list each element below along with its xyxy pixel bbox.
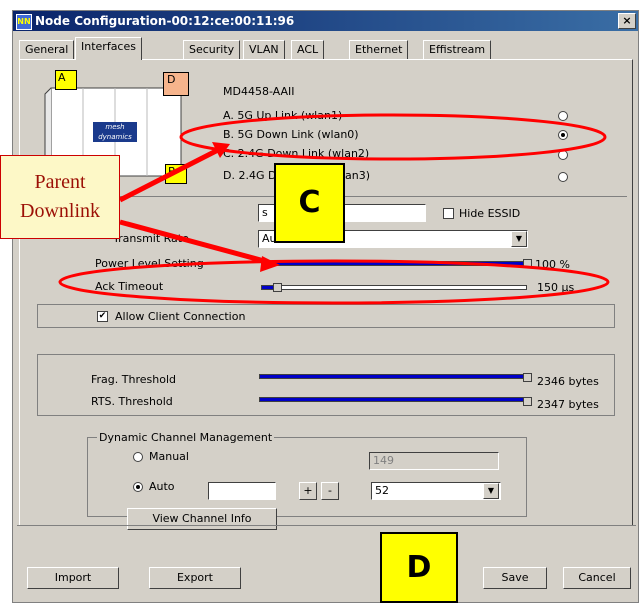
rts-threshold-track[interactable] [259, 397, 529, 402]
plus-button[interactable]: + [299, 482, 317, 500]
allow-client-label: Allow Client Connection [115, 310, 246, 323]
tab-security[interactable]: Security [183, 40, 241, 59]
window-title: Node Configuration-00:12:ce:00:11:96 [35, 14, 295, 28]
title-bar: NN Node Configuration-00:12:ce:00:11:96 … [13, 11, 638, 31]
auto-channel-input[interactable] [208, 482, 276, 500]
close-button[interactable]: × [618, 13, 636, 29]
port-d: D [163, 72, 189, 96]
port-a: A [55, 70, 77, 90]
view-channel-info-button[interactable]: View Channel Info [127, 508, 277, 530]
port-b: B [165, 164, 187, 184]
tab-general[interactable]: General [19, 40, 75, 59]
frag-threshold-label: Frag. Threshold [91, 373, 176, 386]
dcm-group-label: Dynamic Channel Management [97, 431, 275, 444]
tab-vlan[interactable]: VLAN [243, 40, 285, 59]
box-c-label: C [274, 163, 345, 243]
interface-c-radio[interactable] [558, 150, 568, 160]
tab-acl[interactable]: ACL [291, 40, 325, 59]
interface-b-label: B. 5G Down Link (wlan0) [223, 128, 359, 141]
save-button[interactable]: Save [483, 567, 547, 589]
tab-effistream[interactable]: Effistream [423, 40, 492, 59]
ack-timeout-track[interactable] [261, 285, 527, 290]
hide-essid-checkbox[interactable] [443, 208, 454, 219]
power-level-track[interactable] [261, 261, 527, 266]
auto-channel-select[interactable]: 52 [371, 482, 501, 500]
dcm-group [87, 437, 527, 517]
interface-c-label: C. 2.4G Down Link (wlan2) [223, 147, 370, 160]
import-button[interactable]: Import [27, 567, 119, 589]
auto-label: Auto [149, 480, 175, 493]
transmit-rate-dropdown-icon[interactable]: ▼ [511, 231, 527, 247]
ack-timeout-value: 150 µs [537, 281, 575, 294]
ack-timeout-thumb[interactable] [273, 283, 282, 292]
node-configuration-window: NN Node Configuration-00:12:ce:00:11:96 … [12, 10, 639, 603]
allow-client-checkbox[interactable]: ✔ [97, 311, 108, 322]
parent-downlink-callout: Parent Downlink [0, 155, 120, 239]
power-level-thumb[interactable] [523, 259, 532, 268]
frag-threshold-thumb[interactable] [523, 373, 532, 382]
cancel-button[interactable]: Cancel [563, 567, 631, 589]
ack-timeout-label: Ack Timeout [95, 280, 164, 293]
footer-separator [17, 525, 636, 526]
power-level-label: Power Level Setting [95, 257, 204, 270]
interface-b-radio[interactable] [558, 130, 568, 140]
rts-threshold-label: RTS. Threshold [91, 395, 173, 408]
tab-ethernet[interactable]: Ethernet [349, 40, 409, 59]
hide-essid-label: Hide ESSID [459, 207, 521, 220]
manual-channel-field[interactable]: 149 [369, 452, 499, 470]
minus-button[interactable]: - [321, 482, 339, 500]
app-icon: NN [16, 14, 32, 30]
mesh-dynamics-logo: mesh dynamics [93, 122, 137, 142]
manual-label: Manual [149, 450, 189, 463]
rts-threshold-value: 2347 bytes [537, 398, 599, 411]
auto-radio[interactable] [133, 482, 143, 492]
callout-line-1: Parent [34, 171, 86, 193]
frag-threshold-track[interactable] [259, 374, 529, 379]
power-level-value: 100 % [535, 258, 570, 271]
transmit-rate-label: Transmit Rate [113, 232, 189, 245]
interface-d-radio[interactable] [558, 172, 568, 182]
manual-radio[interactable] [133, 452, 143, 462]
interface-a-label: A. 5G Up Link (wlan1) [223, 109, 343, 122]
auto-channel-dropdown-icon[interactable]: ▼ [483, 483, 499, 499]
box-d-label: D [380, 532, 458, 603]
model-label: MD4458-AAII [223, 85, 295, 98]
interface-a-radio[interactable] [558, 111, 568, 121]
frag-threshold-value: 2346 bytes [537, 375, 599, 388]
tab-interfaces[interactable]: Interfaces [75, 37, 142, 60]
rts-threshold-thumb[interactable] [523, 397, 532, 406]
callout-line-2: Downlink [20, 200, 100, 222]
export-button[interactable]: Export [149, 567, 241, 589]
